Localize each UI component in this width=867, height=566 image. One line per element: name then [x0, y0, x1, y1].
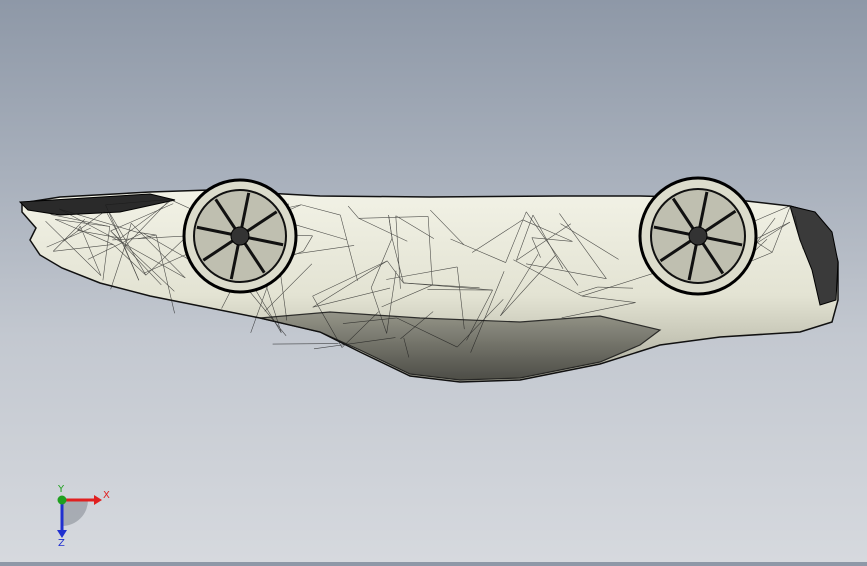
- y-axis: [58, 496, 67, 505]
- y-axis-label: Y: [57, 484, 65, 495]
- rear-wheel[interactable]: [184, 180, 296, 292]
- car-model[interactable]: [20, 178, 838, 382]
- 3d-viewport[interactable]: [0, 0, 867, 562]
- model-canvas[interactable]: [0, 0, 867, 562]
- car-underside: [260, 312, 660, 380]
- x-axis-label: X: [103, 490, 110, 501]
- z-axis-label: Z: [58, 538, 65, 548]
- triad-shadow: [62, 500, 88, 526]
- front-wheel[interactable]: [640, 178, 756, 294]
- coordinate-triad: X Y Z: [40, 478, 120, 548]
- x-axis-arrow: [94, 495, 102, 505]
- z-axis-arrow: [57, 530, 67, 538]
